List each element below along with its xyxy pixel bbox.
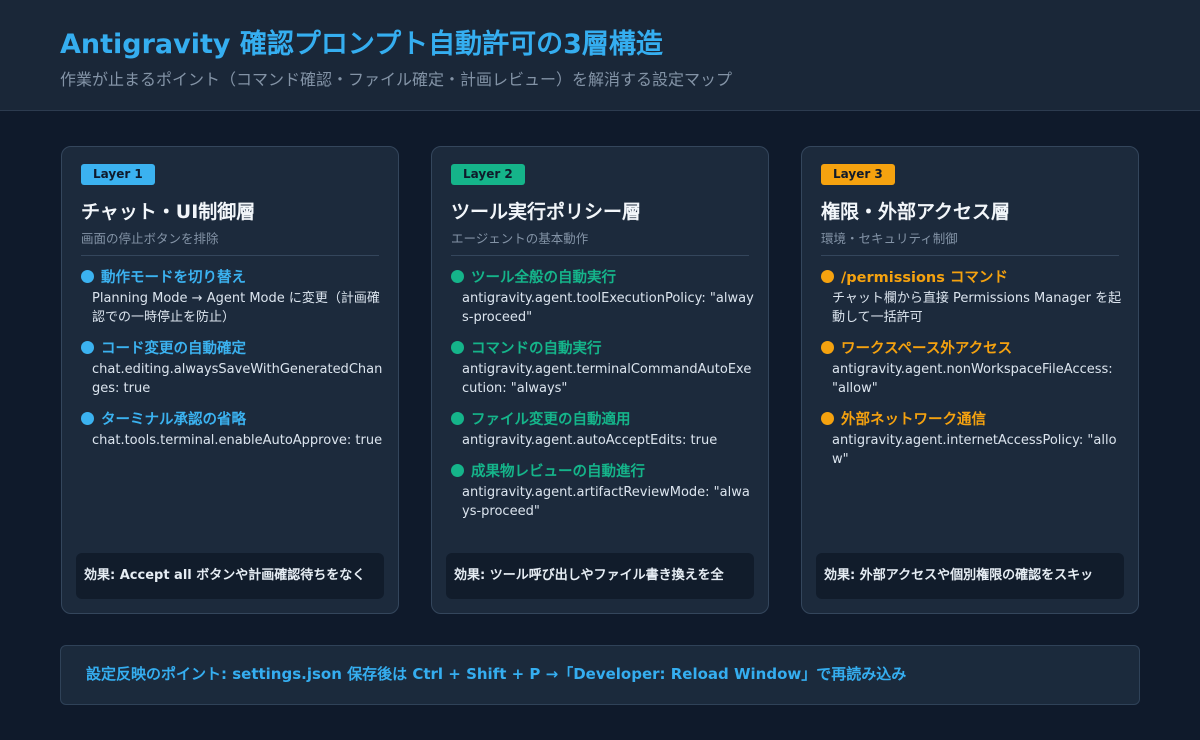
page-title: Antigravity 確認プロンプト自動許可の3層構造: [60, 29, 663, 60]
bullet-dot-icon: [451, 269, 464, 283]
list-item: ツール全般の自動実行 antigravity.agent.toolExecuti…: [451, 265, 754, 327]
item-title: ターミナル承認の省略: [101, 411, 246, 428]
page-subtitle: 作業が止まるポイント（コマンド確認・ファイル確定・計画レビュー）を解消する設定マ…: [60, 70, 733, 89]
layer-title: ツール実行ポリシー層: [451, 201, 642, 223]
list-item: 動作モードを切り替え Planning Mode → Agent Mode に変…: [81, 265, 384, 327]
item-list: ツール全般の自動実行 antigravity.agent.toolExecuti…: [451, 265, 754, 530]
item-title: ファイル変更の自動適用: [471, 411, 631, 428]
list-item: 外部ネットワーク通信 antigravity.agent.internetAcc…: [821, 407, 1124, 469]
effect-note: 効果: 外部アクセスや個別権限の確認をスキッ: [816, 553, 1124, 599]
list-item: /permissions コマンド チャット欄から直接 Permissions …: [821, 265, 1124, 327]
item-description: chat.editing.alwaysSaveWithGeneratedChan…: [92, 362, 383, 396]
item-title: コマンドの自動実行: [471, 340, 602, 357]
item-title: 動作モードを切り替え: [101, 269, 246, 286]
list-item: ファイル変更の自動適用 antigravity.agent.autoAccept…: [451, 407, 754, 450]
header: Antigravity 確認プロンプト自動許可の3層構造 作業が止まるポイント（…: [0, 0, 1200, 111]
bullet-dot-icon: [821, 411, 834, 425]
list-item: コード変更の自動確定 chat.editing.alwaysSaveWithGe…: [81, 336, 384, 398]
bullet-dot-icon: [451, 340, 464, 354]
bullet-dot-icon: [81, 411, 94, 425]
bullet-dot-icon: [451, 411, 464, 425]
layer-card-1: Layer 1 チャット・UI制御層 画面の停止ボタンを排除 動作モードを切り替…: [61, 146, 399, 614]
list-item: 成果物レビューの自動進行 antigravity.agent.artifactR…: [451, 459, 754, 521]
layer-badge: Layer 1: [81, 164, 155, 185]
item-description: Planning Mode → Agent Mode に変更（計画確認での一時停…: [92, 291, 380, 325]
layer-card-2: Layer 2 ツール実行ポリシー層 エージェントの基本動作 ツール全般の自動実…: [431, 146, 769, 614]
divider: [451, 255, 749, 256]
item-description: antigravity.agent.artifactReviewMode: "a…: [462, 485, 750, 519]
footer-text: 設定反映のポイント: settings.json 保存後は Ctrl + Shi…: [86, 665, 907, 683]
item-list: 動作モードを切り替え Planning Mode → Agent Mode に変…: [81, 265, 384, 459]
layer-title: チャット・UI制御層: [81, 201, 256, 223]
list-item: コマンドの自動実行 antigravity.agent.terminalComm…: [451, 336, 754, 398]
bullet-dot-icon: [81, 340, 94, 354]
bullet-dot-icon: [821, 269, 834, 283]
layer-title: 権限・外部アクセス層: [821, 201, 1011, 223]
item-title: コード変更の自動確定: [101, 340, 246, 357]
item-description: antigravity.agent.internetAccessPolicy: …: [832, 433, 1117, 467]
item-title: /permissions コマンド: [841, 269, 1008, 286]
item-description: chat.tools.terminal.enableAutoApprove: t…: [92, 433, 383, 448]
layer-subtitle: 画面の停止ボタンを排除: [81, 231, 219, 246]
item-description: antigravity.agent.toolExecutionPolicy: "…: [462, 291, 754, 325]
layer-subtitle: エージェントの基本動作: [451, 231, 589, 246]
item-description: antigravity.agent.nonWorkspaceFileAccess…: [832, 362, 1113, 396]
bullet-dot-icon: [451, 463, 464, 477]
item-list: /permissions コマンド チャット欄から直接 Permissions …: [821, 265, 1124, 478]
bullet-dot-icon: [821, 340, 834, 354]
item-title: 成果物レビューの自動進行: [471, 463, 645, 480]
list-item: ターミナル承認の省略 chat.tools.terminal.enableAut…: [81, 407, 384, 450]
item-title: 外部ネットワーク通信: [841, 411, 986, 428]
layer-badge: Layer 2: [451, 164, 525, 185]
divider: [81, 255, 379, 256]
layer-badge: Layer 3: [821, 164, 895, 185]
bullet-dot-icon: [81, 269, 94, 283]
list-item: ワークスペース外アクセス antigravity.agent.nonWorksp…: [821, 336, 1124, 398]
item-description: antigravity.agent.terminalCommandAutoExe…: [462, 362, 752, 396]
item-title: ワークスペース外アクセス: [841, 340, 1013, 357]
item-description: antigravity.agent.autoAcceptEdits: true: [462, 433, 718, 448]
layer-subtitle: 環境・セキュリティ制御: [821, 231, 958, 246]
item-description: チャット欄から直接 Permissions Manager を起動して一括許可: [832, 291, 1122, 325]
divider: [821, 255, 1119, 256]
footer-note: 設定反映のポイント: settings.json 保存後は Ctrl + Shi…: [60, 645, 1140, 705]
layer-card-3: Layer 3 権限・外部アクセス層 環境・セキュリティ制御 /permissi…: [801, 146, 1139, 614]
effect-note: 効果: ツール呼び出しやファイル書き換えを全: [446, 553, 754, 599]
effect-note: 効果: Accept all ボタンや計画確認待ちをなく: [76, 553, 384, 599]
item-title: ツール全般の自動実行: [471, 269, 616, 286]
